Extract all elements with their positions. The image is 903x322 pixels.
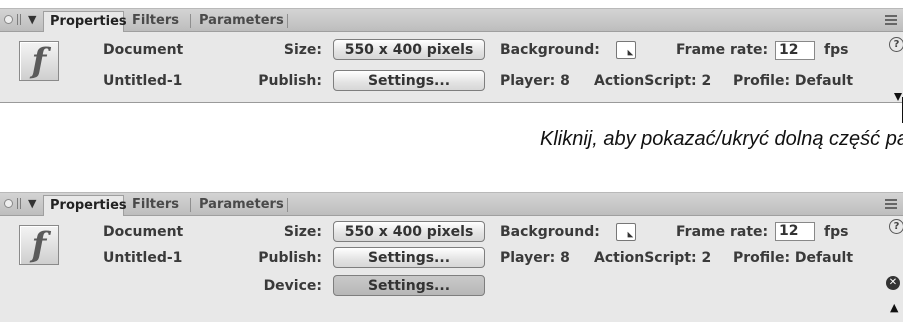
device-settings-icon[interactable]: ✕	[886, 276, 900, 290]
document-type-label: Document	[103, 42, 184, 58]
document-name-label: Untitled-1	[103, 73, 183, 89]
frame-rate-label: Frame rate:	[676, 42, 769, 58]
collapse-panel-icon[interactable]: ▼	[28, 197, 36, 210]
publish-profile: Profile: Default	[733, 250, 854, 266]
frame-rate-input[interactable]: 12	[775, 41, 815, 60]
grip-icon[interactable]	[17, 198, 22, 209]
publish-settings-button[interactable]: Settings...	[333, 70, 485, 91]
publish-label: Publish:	[258, 73, 322, 89]
expand-toggle-triangle-icon[interactable]	[894, 93, 902, 101]
document-size-button[interactable]: 550 x 400 pixels	[333, 39, 485, 60]
collapse-panel-icon[interactable]: ▼	[28, 13, 36, 26]
help-icon[interactable]: ?	[889, 37, 903, 52]
tab-properties[interactable]: Properties	[43, 11, 127, 32]
document-size-button[interactable]: 550 x 400 pixels	[333, 221, 485, 242]
background-color-swatch[interactable]	[616, 223, 636, 241]
actionscript-version: ActionScript: 2	[594, 250, 712, 266]
tab-divider	[287, 198, 288, 212]
publish-settings-button[interactable]: Settings...	[333, 247, 485, 268]
document-type-label: Document	[103, 224, 184, 240]
panel-tab-bar: ▼ Properties Filters Parameters	[0, 193, 903, 216]
tab-parameters[interactable]: Parameters	[193, 11, 290, 31]
help-icon[interactable]: ?	[889, 219, 903, 234]
tab-divider	[287, 14, 288, 28]
flash-document-icon: f	[19, 41, 59, 81]
size-label: Size:	[283, 224, 322, 240]
publish-profile: Profile: Default	[733, 73, 854, 89]
frame-rate-label: Frame rate:	[676, 224, 769, 240]
tab-properties[interactable]: Properties	[43, 195, 127, 216]
device-label: Device:	[263, 278, 322, 294]
grip-icon[interactable]	[17, 14, 22, 25]
tab-filters[interactable]: Filters	[126, 195, 185, 215]
expand-toggle-triangle-icon[interactable]: ▲	[890, 301, 898, 314]
tab-parameters[interactable]: Parameters	[193, 195, 290, 215]
player-version: Player: 8	[500, 250, 570, 266]
panel-close-icon[interactable]	[4, 15, 13, 24]
panel-close-icon[interactable]	[4, 199, 13, 208]
callout-caption: Kliknij, aby pokazać/ukryć dolną część p…	[540, 128, 903, 150]
fps-label: fps	[824, 224, 849, 240]
tab-divider	[190, 14, 191, 28]
flash-document-icon: f	[19, 225, 59, 265]
fps-label: fps	[824, 42, 849, 58]
panel-options-icon[interactable]	[885, 199, 897, 209]
frame-rate-input[interactable]: 12	[775, 222, 815, 241]
actionscript-version: ActionScript: 2	[594, 73, 712, 89]
player-version: Player: 8	[500, 73, 570, 89]
background-color-swatch[interactable]	[616, 41, 636, 59]
tab-filters[interactable]: Filters	[126, 11, 185, 31]
document-name-label: Untitled-1	[103, 250, 183, 266]
background-label: Background:	[500, 42, 600, 58]
panel-options-icon[interactable]	[885, 15, 897, 25]
size-label: Size:	[283, 42, 322, 58]
panel-tab-bar: ▼ Properties Filters Parameters	[0, 9, 903, 32]
properties-panel-collapsed: ▼ Properties Filters Parameters f Docume…	[0, 8, 903, 103]
publish-label: Publish:	[258, 250, 322, 266]
properties-panel-expanded: ▼ Properties Filters Parameters f Docume…	[0, 192, 903, 322]
device-settings-button[interactable]: Settings...	[333, 275, 485, 296]
tab-divider	[190, 198, 191, 212]
background-label: Background:	[500, 224, 600, 240]
